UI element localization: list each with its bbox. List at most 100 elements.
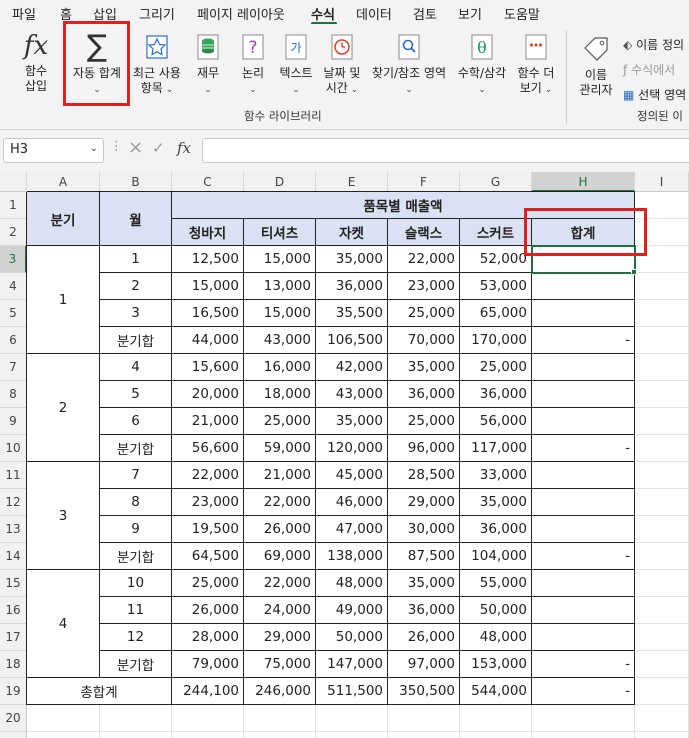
value-cell[interactable]: 19,500 (172, 516, 244, 543)
formula-input[interactable] (202, 138, 689, 163)
month-cell-2[interactable]: 2 (100, 273, 172, 300)
row-header-14[interactable]: 14 (0, 543, 27, 570)
value-cell[interactable]: 42,000 (316, 354, 388, 381)
row-header-16[interactable]: 16 (0, 597, 27, 624)
column-header-a[interactable]: A (27, 172, 100, 192)
subtotal-cell[interactable]: 79,000 (172, 651, 244, 678)
menu-home[interactable]: 홈 (60, 4, 72, 23)
header-item-5[interactable]: 스커트 (460, 219, 532, 246)
math-trig-button[interactable]: θ 수학/삼각 ⌄ (453, 34, 511, 98)
value-cell[interactable]: 21,000 (244, 462, 316, 489)
grand-total-cell[interactable]: 544,000 (460, 678, 532, 705)
column-header-d[interactable]: D (244, 172, 316, 192)
row-header-17[interactable]: 17 (0, 624, 27, 651)
value-cell[interactable]: 36,000 (460, 381, 532, 408)
fill-handle[interactable] (631, 269, 637, 275)
month-cell-3[interactable]: 3 (100, 300, 172, 327)
menu-review[interactable]: 검토 (413, 4, 437, 23)
subtotal-cell[interactable]: 104,000 (460, 543, 532, 570)
define-name-button[interactable]: ⬖ 이름 정의 (623, 36, 684, 53)
value-cell[interactable]: 36,000 (460, 516, 532, 543)
quarter-subtotal-label[interactable]: 분기합 (100, 543, 172, 570)
value-cell[interactable]: 43,000 (316, 381, 388, 408)
month-cell-1[interactable]: 1 (100, 246, 172, 273)
value-cell[interactable]: 48,000 (460, 624, 532, 651)
value-cell[interactable]: 33,000 (460, 462, 532, 489)
column-header-b[interactable]: B (100, 172, 172, 192)
month-cell-9[interactable]: 9 (100, 516, 172, 543)
header-item-3[interactable]: 자켓 (316, 219, 388, 246)
total-cell[interactable] (532, 381, 635, 408)
value-cell[interactable]: 56,000 (460, 408, 532, 435)
text-functions-button[interactable]: 가 텍스트 ⌄ (274, 34, 318, 98)
menu-file[interactable]: 파일 (12, 4, 36, 23)
row-header-12[interactable]: 12 (0, 489, 27, 516)
value-cell[interactable]: 65,000 (460, 300, 532, 327)
value-cell[interactable]: 29,000 (244, 624, 316, 651)
header-month[interactable]: 월 (100, 192, 172, 246)
value-cell[interactable]: 55,000 (460, 570, 532, 597)
quarter-subtotal-label[interactable]: 분기합 (100, 651, 172, 678)
subtotal-cell[interactable]: 64,500 (172, 543, 244, 570)
value-cell[interactable]: 46,000 (316, 489, 388, 516)
menu-draw[interactable]: 그리기 (139, 4, 175, 23)
cancel-icon[interactable]: × (128, 137, 143, 158)
row-header-21[interactable]: 21 (0, 732, 27, 738)
value-cell[interactable]: 12,500 (172, 246, 244, 273)
financial-button[interactable]: 재무 ⌄ (189, 34, 227, 98)
subtotal-cell[interactable]: 147,000 (316, 651, 388, 678)
total-cell[interactable] (532, 462, 635, 489)
header-item-4[interactable]: 슬랙스 (388, 219, 460, 246)
subtotal-cell[interactable]: 117,000 (460, 435, 532, 462)
value-cell[interactable]: 35,500 (316, 300, 388, 327)
row-header-13[interactable]: 13 (0, 516, 27, 543)
value-cell[interactable]: 25,000 (388, 408, 460, 435)
row-header-5[interactable]: 5 (0, 300, 27, 327)
value-cell[interactable]: 53,000 (460, 273, 532, 300)
subtotal-total-cell[interactable]: - (532, 651, 635, 678)
row-header-18[interactable]: 18 (0, 651, 27, 678)
value-cell[interactable]: 25,000 (388, 300, 460, 327)
subtotal-cell[interactable]: 106,500 (316, 327, 388, 354)
row-header-9[interactable]: 9 (0, 408, 27, 435)
row-header-15[interactable]: 15 (0, 570, 27, 597)
value-cell[interactable]: 20,000 (172, 381, 244, 408)
value-cell[interactable]: 26,000 (244, 516, 316, 543)
value-cell[interactable]: 36,000 (388, 381, 460, 408)
month-cell-4[interactable]: 4 (100, 354, 172, 381)
value-cell[interactable]: 26,000 (172, 597, 244, 624)
total-cell[interactable] (532, 597, 635, 624)
column-header-g[interactable]: G (460, 172, 532, 192)
value-cell[interactable]: 16,500 (172, 300, 244, 327)
row-header-19[interactable]: 19 (0, 678, 27, 705)
name-box[interactable]: H3 ⌄ (3, 138, 104, 163)
insert-function-fx-icon[interactable]: fx (177, 139, 191, 157)
value-cell[interactable]: 15,000 (244, 300, 316, 327)
subtotal-cell[interactable]: 43,000 (244, 327, 316, 354)
value-cell[interactable]: 18,000 (244, 381, 316, 408)
more-functions-button[interactable]: 함수 더 보기 ⌄ (513, 34, 559, 98)
enter-check-icon[interactable]: ✓ (152, 139, 165, 157)
quarter-label-1[interactable]: 1 (27, 246, 100, 354)
quarter-label-4[interactable]: 4 (27, 570, 100, 678)
value-cell[interactable]: 35,000 (316, 246, 388, 273)
value-cell[interactable]: 22,000 (244, 489, 316, 516)
value-cell[interactable]: 23,000 (172, 489, 244, 516)
value-cell[interactable]: 23,000 (388, 273, 460, 300)
month-cell-5[interactable]: 5 (100, 381, 172, 408)
recent-functions-button[interactable]: 최근 사용 항목 ⌄ (129, 34, 185, 98)
create-from-selection-button[interactable]: ▦ 선택 영역 (623, 86, 686, 103)
value-cell[interactable]: 22,000 (172, 462, 244, 489)
menu-insert[interactable]: 삽입 (93, 4, 117, 23)
value-cell[interactable]: 28,000 (172, 624, 244, 651)
autosum-button[interactable]: ∑ 자동 합계 ⌄ (67, 32, 127, 98)
quarter-label-3[interactable]: 3 (27, 462, 100, 570)
quarter-label-2[interactable]: 2 (27, 354, 100, 462)
header-item-1[interactable]: 청바지 (172, 219, 244, 246)
month-cell-7[interactable]: 7 (100, 462, 172, 489)
header-total[interactable]: 합계 (532, 219, 635, 246)
total-cell[interactable] (532, 354, 635, 381)
column-header-e[interactable]: E (316, 172, 388, 192)
insert-function-button[interactable]: fx 함수 삽입 (14, 32, 58, 94)
value-cell[interactable]: 35,000 (460, 489, 532, 516)
